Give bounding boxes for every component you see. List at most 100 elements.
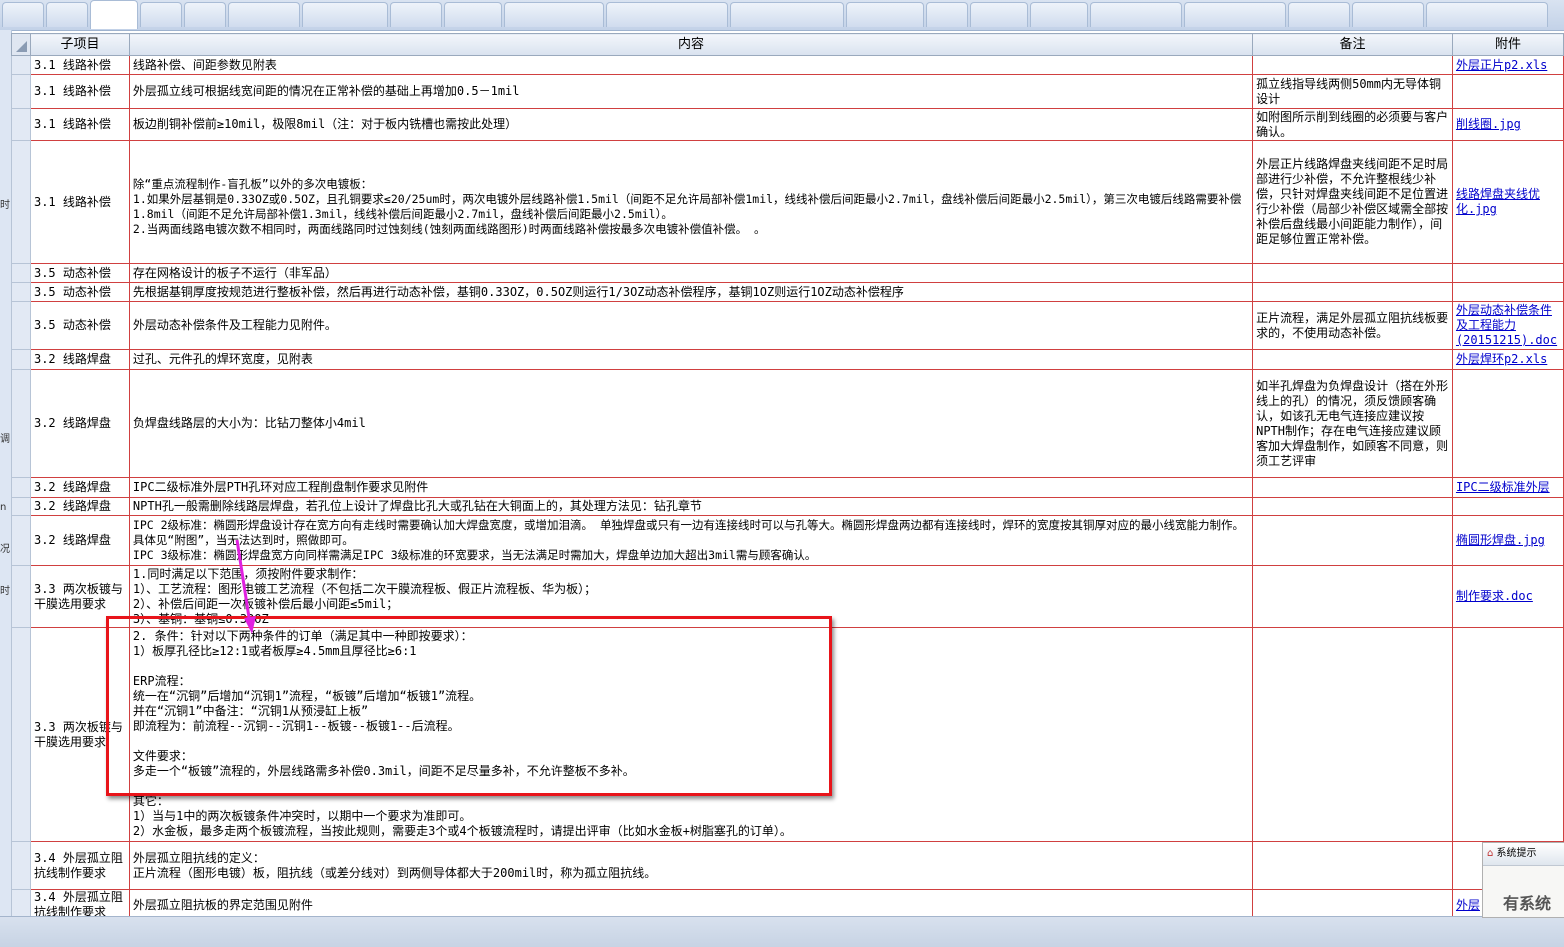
sub-item-cell[interactable]: 3.3 两次板镀与干膜选用要求 xyxy=(29,565,130,628)
note-cell[interactable]: 如半孔焊盘为负焊盘设计（搭在外形线上的孔）的情况，须反馈顾客确认，如该孔无电气连… xyxy=(1252,369,1453,478)
sub-item-cell[interactable]: 3.2 线路焊盘 xyxy=(29,349,130,370)
attachment-link[interactable]: 外层动态补偿条件及工程能力(20151215).doc xyxy=(1456,303,1557,347)
sheet-tab[interactable] xyxy=(228,2,300,27)
select-all-corner[interactable] xyxy=(11,33,31,56)
row-header[interactable] xyxy=(11,263,31,283)
content-cell[interactable]: 2. 条件：针对以下两种条件的订单（满足其中一种即按要求）： 1）板厚孔径比≥1… xyxy=(128,627,1254,842)
table-row[interactable]: 3.2 线路焊盘 过孔、元件孔的焊环宽度，见附表 外层焊环p2.xls xyxy=(11,349,1564,370)
attachment-cell[interactable]: 外层动态补偿条件及工程能力(20151215).doc xyxy=(1451,301,1564,350)
note-cell[interactable] xyxy=(1252,55,1453,75)
note-cell[interactable] xyxy=(1252,515,1453,566)
attachment-link[interactable]: 削线圈.jpg xyxy=(1456,117,1521,131)
note-cell[interactable] xyxy=(1252,282,1453,302)
note-cell[interactable]: 正片流程，满足外层孤立阻抗线板要求的，不使用动态补偿。 xyxy=(1252,301,1453,350)
system-notice-popup[interactable]: ⌂ 系统提示 有系统 xyxy=(1482,842,1564,918)
row-header[interactable] xyxy=(11,301,31,350)
table-row[interactable]: 3.1 线路补偿 板边削铜补偿前≥10mil，极限8mil（注：对于板内铣槽也需… xyxy=(11,108,1564,141)
attachment-cell[interactable]: 椭圆形焊盘.jpg xyxy=(1451,515,1564,566)
note-cell[interactable]: 孤立线指导线两侧50mm内无导体铜设计 xyxy=(1252,74,1453,109)
row-header[interactable] xyxy=(11,140,31,264)
sub-item-cell[interactable]: 3.1 线路补偿 xyxy=(29,74,130,109)
column-header-note[interactable]: 备注 xyxy=(1252,33,1453,56)
attachment-cell[interactable]: 削线圈.jpg xyxy=(1451,108,1564,141)
row-header[interactable] xyxy=(11,282,31,302)
row-header[interactable] xyxy=(11,55,31,75)
column-header-content[interactable]: 内容 xyxy=(128,33,1254,56)
attachment-link[interactable]: 制作要求.doc xyxy=(1456,589,1533,603)
table-row[interactable]: 3.2 线路焊盘 负焊盘线路层的大小为：比钻刀整体小4mil 如半孔焊盘为负焊盘… xyxy=(11,369,1564,478)
sheet-tab[interactable] xyxy=(970,2,1028,27)
content-cell[interactable]: 板边削铜补偿前≥10mil，极限8mil（注：对于板内铣槽也需按此处理） xyxy=(128,108,1254,141)
note-cell[interactable] xyxy=(1252,497,1453,516)
sheet-tab[interactable] xyxy=(184,2,226,27)
attachment-cell[interactable]: IPC二级标准外层 xyxy=(1451,477,1564,498)
content-cell[interactable]: 先根据基铜厚度按规范进行整板补偿，然后再进行动态补偿，基铜0.33OZ，0.5O… xyxy=(128,282,1254,302)
attachment-cell[interactable] xyxy=(1451,263,1564,283)
attachment-link[interactable]: 外层焊环p2.xls xyxy=(1456,352,1547,366)
table-row[interactable]: 3.5 动态补偿 外层动态补偿条件及工程能力见附件。 正片流程，满足外层孤立阻抗… xyxy=(11,301,1564,350)
attachment-cell[interactable]: 外层正片p2.xls xyxy=(1451,55,1564,75)
sheet-tab[interactable] xyxy=(390,2,442,27)
content-cell[interactable]: IPC 2级标准：椭圆形焊盘设计存在宽方向有走线时需要确认加大焊盘宽度，或增加泪… xyxy=(128,515,1254,566)
content-cell[interactable]: 外层动态补偿条件及工程能力见附件。 xyxy=(128,301,1254,350)
table-row[interactable]: 3.4 外层孤立阻抗线制作要求 外层孤立阻抗线的定义： 正片流程（图形电镀）板，… xyxy=(11,841,1564,890)
sheet-tab[interactable] xyxy=(140,2,182,27)
row-header[interactable] xyxy=(11,369,31,478)
row-header[interactable] xyxy=(11,349,31,370)
content-cell[interactable]: IPC二级标准外层PTH孔环对应工程削盘制作要求见附件 xyxy=(128,477,1254,498)
row-header[interactable] xyxy=(11,515,31,566)
table-row[interactable]: 3.1 线路补偿 线路补偿、间距参数见附表 外层正片p2.xls xyxy=(11,55,1564,75)
sub-item-cell[interactable]: 3.1 线路补偿 xyxy=(29,55,130,75)
sub-item-cell[interactable]: 3.1 线路补偿 xyxy=(29,108,130,141)
sheet-tab[interactable] xyxy=(302,2,388,27)
note-cell[interactable] xyxy=(1252,627,1453,842)
attachment-link[interactable]: 线路焊盘夹线优化.jpg xyxy=(1456,187,1540,216)
row-header[interactable] xyxy=(11,565,31,628)
content-cell[interactable]: 1.同时满足以下范围，须按附件要求制作： 1）、工艺流程：图形电镀工艺流程（不包… xyxy=(128,565,1254,628)
sheet-tab[interactable] xyxy=(1184,2,1286,27)
sheet-tab[interactable] xyxy=(1352,2,1424,27)
column-header-attachment[interactable]: 附件 xyxy=(1451,33,1564,56)
row-header[interactable] xyxy=(11,497,31,516)
content-cell[interactable]: 外层孤立阻抗线的定义： 正片流程（图形电镀）板，阻抗线（或差分线对）到两侧导体都… xyxy=(128,841,1254,890)
row-header[interactable] xyxy=(11,627,31,842)
row-header[interactable] xyxy=(11,841,31,890)
sheet-tab[interactable] xyxy=(1030,2,1088,27)
table-row[interactable]: 3.2 线路焊盘 IPC二级标准外层PTH孔环对应工程削盘制作要求见附件 IPC… xyxy=(11,477,1564,498)
content-cell[interactable]: 除“重点流程制作-盲孔板”以外的多次电镀板： 1.如果外层基铜是0.33OZ或0… xyxy=(128,140,1254,264)
table-row[interactable]: 3.3 两次板镀与干膜选用要求 1.同时满足以下范围，须按附件要求制作： 1）、… xyxy=(11,565,1564,628)
sub-item-cell[interactable]: 3.2 线路焊盘 xyxy=(29,497,130,516)
row-header[interactable] xyxy=(11,477,31,498)
sheet-tab-active[interactable] xyxy=(90,0,138,29)
attachment-cell[interactable]: 线路焊盘夹线优化.jpg xyxy=(1451,140,1564,264)
sub-item-cell[interactable]: 3.2 线路焊盘 xyxy=(29,369,130,478)
note-cell[interactable] xyxy=(1252,841,1453,890)
sub-item-cell[interactable]: 3.2 线路焊盘 xyxy=(29,477,130,498)
table-row[interactable]: 3.5 动态补偿 先根据基铜厚度按规范进行整板补偿，然后再进行动态补偿，基铜0.… xyxy=(11,282,1564,302)
table-row[interactable]: 3.2 线路焊盘 IPC 2级标准：椭圆形焊盘设计存在宽方向有走线时需要确认加大… xyxy=(11,515,1564,566)
sheet-tab[interactable] xyxy=(504,2,604,27)
table-row[interactable]: 3.1 线路补偿 除“重点流程制作-盲孔板”以外的多次电镀板： 1.如果外层基铜… xyxy=(11,140,1564,264)
sheet-tab[interactable] xyxy=(2,2,44,27)
sheet-tab[interactable] xyxy=(730,2,844,27)
attachment-cell[interactable] xyxy=(1451,497,1564,516)
sheet-tab[interactable] xyxy=(606,2,728,27)
attachment-cell[interactable] xyxy=(1451,74,1564,109)
attachment-link[interactable]: 外层 xyxy=(1456,898,1480,912)
sheet-tab[interactable] xyxy=(444,2,502,27)
sub-item-cell[interactable]: 3.1 线路补偿 xyxy=(29,140,130,264)
table-row[interactable]: 3.3 两次板镀与干膜选用要求 2. 条件：针对以下两种条件的订单（满足其中一种… xyxy=(11,627,1564,842)
column-header-sub[interactable]: 子项目 xyxy=(29,33,130,56)
sub-item-cell[interactable]: 3.3 两次板镀与干膜选用要求 xyxy=(29,627,130,842)
attachment-cell[interactable] xyxy=(1451,627,1564,842)
content-cell[interactable]: 存在网格设计的板子不运行（非军品） xyxy=(128,263,1254,283)
attachment-cell[interactable] xyxy=(1451,369,1564,478)
sub-item-cell[interactable]: 3.5 动态补偿 xyxy=(29,282,130,302)
attachment-link[interactable]: IPC二级标准外层 xyxy=(1456,480,1550,494)
table-row[interactable]: 3.1 线路补偿 外层孤立线可根据线宽间距的情况在正常补偿的基础上再增加0.5－… xyxy=(11,74,1564,109)
sub-item-cell[interactable]: 3.5 动态补偿 xyxy=(29,301,130,350)
content-cell[interactable]: 外层孤立线可根据线宽间距的情况在正常补偿的基础上再增加0.5－1mil xyxy=(128,74,1254,109)
note-cell[interactable] xyxy=(1252,477,1453,498)
note-cell[interactable]: 如附图所示削到线圈的必须要与客户确认。 xyxy=(1252,108,1453,141)
sheet-tab[interactable] xyxy=(1426,2,1548,27)
